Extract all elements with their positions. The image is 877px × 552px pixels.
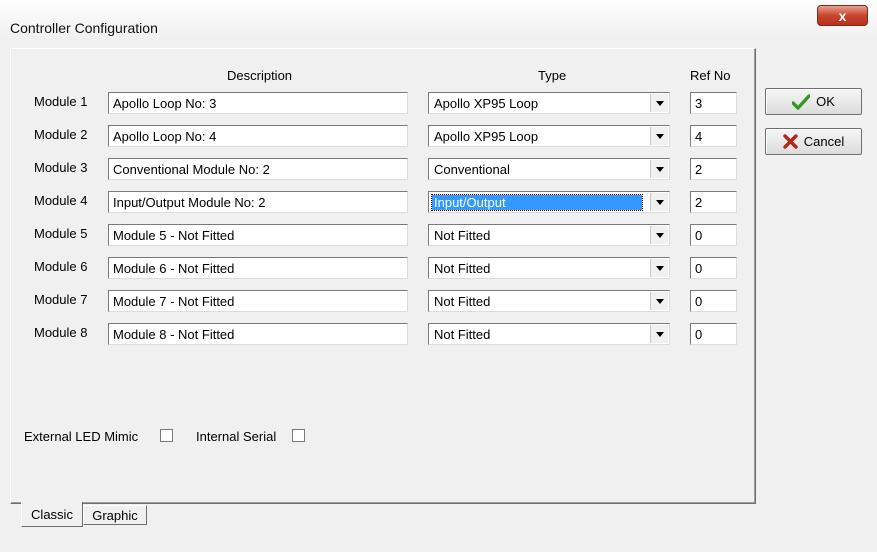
chevron-down-icon [655,331,664,337]
module-ref-input[interactable]: 0 [690,224,737,246]
tab-classic[interactable]: Classic [21,502,83,527]
module-ref-input[interactable]: 0 [690,257,737,279]
close-icon: x [838,7,847,24]
cancel-button-label: Cancel [803,134,845,149]
internal-serial-checkbox[interactable] [292,429,305,442]
module-ref-input[interactable]: 0 [690,323,737,345]
module-type-value: Not Fitted [434,228,491,243]
external-led-mimic-label: External LED Mimic [24,429,139,444]
description-header: Description [227,68,293,83]
dropdown-button[interactable] [650,259,668,277]
chevron-down-icon [655,265,664,271]
ok-button-label: OK [816,94,835,109]
title-bar[interactable]: Controller Configuration x [0,0,877,44]
module-description-input[interactable]: Conventional Module No: 2 [108,158,408,180]
module-ref-input[interactable]: 2 [690,191,737,213]
tab-graphic[interactable]: Graphic [83,505,147,525]
chevron-down-icon [655,199,664,205]
module-type-value: Not Fitted [434,327,491,342]
checkmark-icon [792,93,811,110]
module-description-input[interactable]: Apollo Loop No: 4 [108,125,408,147]
chevron-down-icon [655,232,664,238]
tab-graphic-label: Graphic [92,508,138,523]
module-ref-input[interactable]: 3 [690,92,737,114]
module-type-value: Conventional [434,162,510,177]
module-ref-input[interactable]: 4 [690,125,737,147]
module-label: Module 4 [34,193,88,208]
module-type-select[interactable]: Apollo XP95 Loop [428,125,670,147]
module-label: Module 1 [34,94,88,109]
module-description-input[interactable]: Input/Output Module No: 2 [108,191,408,213]
module-label: Module 6 [34,259,88,274]
chevron-down-icon [655,166,664,172]
dropdown-button[interactable] [650,94,668,112]
module-type-select[interactable]: Input/Output [428,191,670,213]
dropdown-button[interactable] [650,193,668,211]
module-type-select[interactable]: Not Fitted [428,257,670,279]
module-label: Module 8 [34,325,88,340]
cancel-button[interactable]: Cancel [765,128,862,155]
chevron-down-icon [655,133,664,139]
ok-button[interactable]: OK [765,88,862,115]
dropdown-button[interactable] [650,160,668,178]
module-label: Module 7 [34,292,88,307]
module-type-select[interactable]: Not Fitted [428,290,670,312]
module-type-value: Input/Output [431,194,643,211]
module-description-input[interactable]: Module 8 - Not Fitted [108,323,408,345]
external-led-mimic-checkbox[interactable] [160,429,173,442]
controller-configuration-window: Controller Configuration x Description T… [0,0,877,552]
ref-no-header: Ref No [690,68,731,83]
dropdown-button[interactable] [650,127,668,145]
cross-icon [783,134,798,149]
dropdown-button[interactable] [650,325,668,343]
dropdown-button[interactable] [650,226,668,244]
module-type-value: Apollo XP95 Loop [434,96,539,111]
module-type-select[interactable]: Apollo XP95 Loop [428,92,670,114]
type-header: Type [538,68,567,83]
module-type-select[interactable]: Not Fitted [428,224,670,246]
module-type-select[interactable]: Conventional [428,158,670,180]
module-label: Module 3 [34,160,88,175]
module-type-value: Apollo XP95 Loop [434,129,539,144]
module-type-value: Not Fitted [434,294,491,309]
chevron-down-icon [655,298,664,304]
internal-serial-label: Internal Serial [196,429,277,444]
module-label: Module 2 [34,127,88,142]
module-label: Module 5 [34,226,88,241]
module-type-select[interactable]: Not Fitted [428,323,670,345]
module-description-input[interactable]: Module 7 - Not Fitted [108,290,408,312]
tab-classic-label: Classic [31,507,73,522]
dropdown-button[interactable] [650,292,668,310]
module-type-value: Not Fitted [434,261,491,276]
close-button[interactable]: x [817,5,868,26]
module-ref-input[interactable]: 0 [690,290,737,312]
chevron-down-icon [655,100,664,106]
module-ref-input[interactable]: 2 [690,158,737,180]
module-description-input[interactable]: Module 6 - Not Fitted [108,257,408,279]
module-description-input[interactable]: Apollo Loop No: 3 [108,92,408,114]
window-title: Controller Configuration [10,20,158,36]
module-description-input[interactable]: Module 5 - Not Fitted [108,224,408,246]
